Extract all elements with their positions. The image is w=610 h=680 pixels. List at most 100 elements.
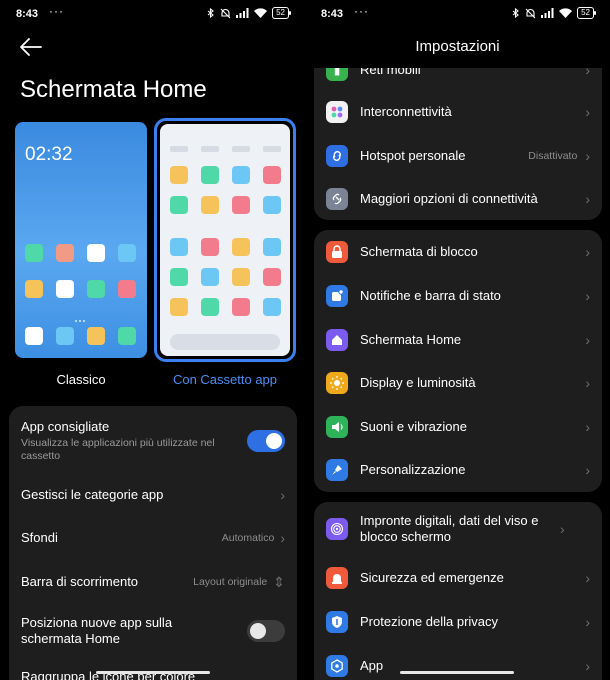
app-icon — [118, 244, 136, 262]
settings-panel: 8:43 ··· 52 Impostazioni ▮ Reti mobili ›… — [305, 0, 610, 680]
chevron-right-icon: › — [585, 419, 590, 435]
wifi-icon — [559, 8, 573, 18]
settings-item-safety[interactable]: Sicurezza ed emergenze › — [314, 566, 602, 590]
app-icon — [263, 196, 281, 214]
chevron-right-icon: › — [585, 148, 590, 164]
app-icon — [232, 166, 250, 184]
emergency-icon — [326, 567, 348, 589]
drawer-search-bar — [170, 334, 280, 350]
status-more-icon: ··· — [354, 4, 369, 18]
place-new-apps-row[interactable]: Posiziona nuove app sulla schermata Home — [9, 613, 297, 649]
page-title: Schermata Home — [20, 76, 207, 103]
bluetooth-icon — [207, 7, 214, 18]
chevron-right-icon: › — [280, 530, 285, 546]
settings-item-label: Schermata Home — [360, 332, 462, 347]
mute-icon — [220, 8, 231, 18]
settings-item-lock-screen[interactable]: Schermata di blocco › — [314, 240, 602, 264]
settings-item-biometrics[interactable]: Impronte digitali, dati del viso e blocc… — [314, 512, 602, 546]
back-arrow-icon[interactable] — [18, 36, 44, 58]
gesture-bar[interactable] — [96, 671, 210, 674]
home-settings-card: App consigliate Visualizza le applicazio… — [9, 406, 297, 680]
home-screen-settings-panel: 8:43 ··· 52 Schermata Home 02:32 Classic… — [0, 0, 305, 680]
settings-item-privacy[interactable]: Protezione della privacy › — [314, 610, 602, 634]
place-new-apps-toggle[interactable] — [247, 620, 285, 642]
suggested-apps-row[interactable]: App consigliate Visualizza le applicazio… — [9, 418, 297, 464]
app-icon — [263, 238, 281, 256]
battery-icon: 52 — [272, 7, 291, 19]
app-icon — [170, 268, 188, 286]
wifi-icon — [254, 8, 268, 18]
manage-categories-row[interactable]: Gestisci le categorie app › — [9, 478, 297, 512]
settings-item-label: Protezione della privacy — [360, 614, 499, 629]
chevron-right-icon: › — [585, 375, 590, 391]
app-icon — [232, 298, 250, 316]
link-icon — [326, 188, 348, 210]
scroll-bar-value: Layout originale — [193, 576, 268, 588]
settings-item-interconnectivity[interactable]: Interconnettività › — [314, 100, 602, 124]
settings-item-label: Personalizzazione — [360, 462, 466, 477]
settings-item-label: Maggiori opzioni di connettività — [360, 191, 538, 206]
mute-icon — [525, 8, 536, 18]
settings-item-notifications[interactable]: Notifiche e barra di stato › — [314, 284, 602, 308]
category-tab — [201, 146, 219, 152]
bluetooth-icon — [512, 7, 519, 18]
chevron-right-icon: › — [585, 332, 590, 348]
settings-item-display[interactable]: Display e luminosità › — [314, 371, 602, 395]
settings-item-apps[interactable]: App › — [314, 654, 602, 678]
security-group: Impronte digitali, dati del viso e blocc… — [314, 502, 602, 680]
battery-icon: 52 — [577, 7, 596, 19]
dock-app-icon — [118, 327, 136, 345]
wallpaper-row[interactable]: Sfondi Automatico › — [9, 521, 297, 555]
status-bar: 8:43 ··· 52 — [0, 0, 305, 28]
settings-item-hotspot[interactable]: Hotspot personale Disattivato › — [314, 144, 602, 168]
app-icon — [201, 298, 219, 316]
settings-item-more-connectivity[interactable]: Maggiori opzioni di connettività › — [314, 187, 602, 211]
app-icon — [201, 166, 219, 184]
chevron-right-icon: › — [585, 614, 590, 630]
settings-item-label: Sicurezza ed emergenze — [360, 570, 504, 585]
classic-layout-label[interactable]: Classico — [15, 372, 147, 387]
fingerprint-icon — [326, 518, 348, 540]
app-icon — [201, 196, 219, 214]
settings-item-label: Schermata di blocco — [360, 244, 478, 259]
display-personalization-group: Schermata di blocco › Notifiche e barra … — [314, 230, 602, 492]
app-icon — [118, 280, 136, 298]
scroll-bar-row[interactable]: Barra di scorrimento Layout originale ⇕ — [9, 565, 297, 599]
suggested-apps-toggle[interactable] — [247, 430, 285, 452]
app-icon — [25, 280, 43, 298]
settings-item-personalization[interactable]: Personalizzazione › — [314, 458, 602, 482]
settings-item-label: Suoni e vibrazione — [360, 419, 467, 434]
settings-item-label: Impronte digitali, dati del viso e blocc… — [360, 513, 539, 544]
settings-item-home-screen[interactable]: Schermata Home › — [314, 328, 602, 352]
classic-layout-preview[interactable]: 02:32 — [15, 122, 147, 358]
home-icon — [326, 329, 348, 351]
group-icons-row[interactable]: Raggruppa le icone per colore — [9, 668, 297, 680]
suggested-apps-subtitle: Visualizza le applicazioni più utilizzat… — [21, 437, 215, 462]
chevron-updown-icon: ⇕ — [273, 573, 285, 590]
shield-icon — [326, 611, 348, 633]
hotspot-status-value: Disattivato — [528, 150, 578, 162]
app-drawer-layout-preview[interactable] — [154, 118, 296, 362]
hotspot-icon — [326, 145, 348, 167]
app-icon — [56, 244, 74, 262]
lock-icon — [326, 241, 348, 263]
page-indicator — [75, 309, 89, 322]
page-title-overlay: Impostazioni — [415, 38, 500, 55]
chevron-right-icon: › — [585, 191, 590, 207]
app-icon — [201, 268, 219, 286]
wallpaper-title: Sfondi — [21, 530, 58, 545]
app-icon — [25, 244, 43, 262]
wallpaper-value: Automatico — [221, 532, 275, 544]
gesture-bar[interactable] — [400, 671, 514, 674]
chevron-right-icon: › — [585, 570, 590, 586]
app-icon — [201, 238, 219, 256]
app-icon — [170, 238, 188, 256]
settings-item-label: Display e luminosità — [360, 375, 476, 390]
dock-app-icon — [25, 327, 43, 345]
place-new-apps-title: Posiziona nuove app sulla schermata Home — [21, 615, 173, 646]
settings-item-sound[interactable]: Suoni e vibrazione › — [314, 415, 602, 439]
status-icons: 52 — [207, 7, 291, 19]
preview-clock: 02:32 — [25, 144, 73, 165]
app-drawer-layout-label[interactable]: Con Cassetto app — [154, 372, 296, 387]
app-icon — [263, 166, 281, 184]
